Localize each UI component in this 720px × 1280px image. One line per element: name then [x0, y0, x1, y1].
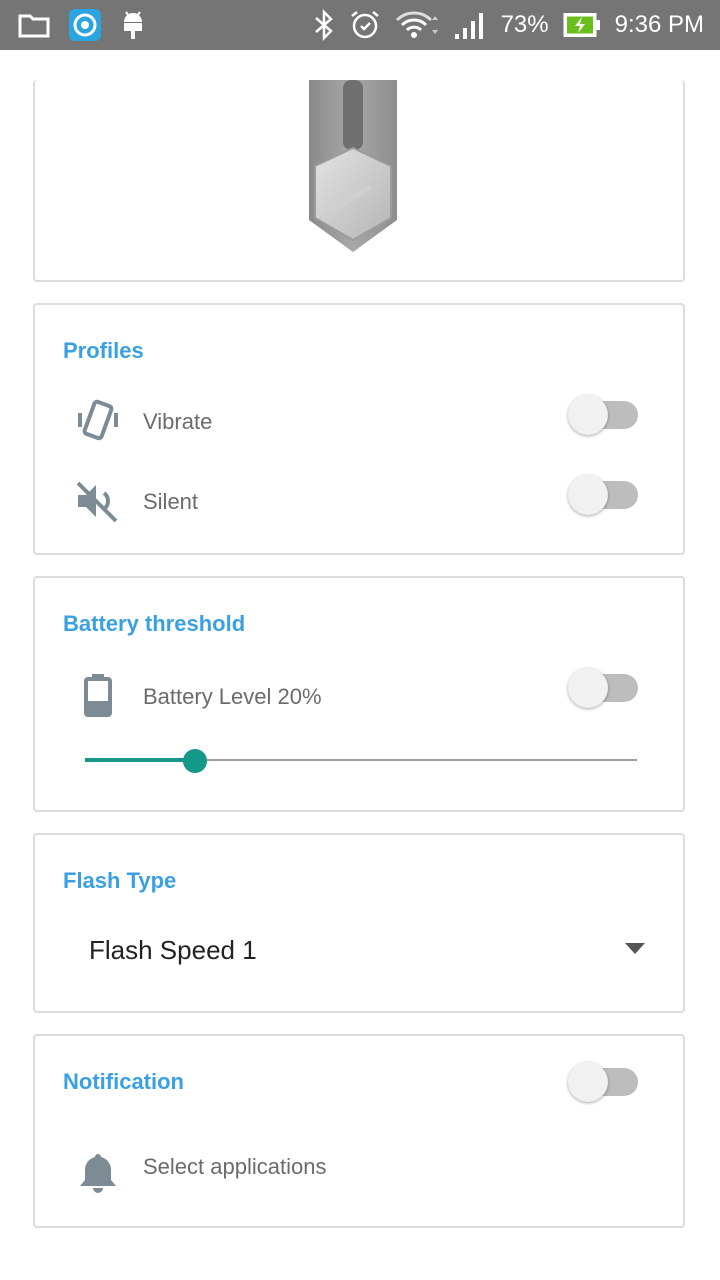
- battery-threshold-card: Battery threshold Battery Level 20%: [33, 576, 685, 812]
- silent-label: Silent: [143, 489, 199, 514]
- settings-content[interactable]: Profiles Vibrate Silent Battery threshol…: [0, 50, 720, 1280]
- battery-charging-icon: [563, 12, 601, 38]
- wifi-icon: [395, 10, 439, 40]
- battery-threshold-title: Battery threshold: [63, 611, 246, 636]
- silent-icon: [73, 476, 123, 526]
- silent-toggle[interactable]: [568, 475, 638, 515]
- device-image-card: [33, 80, 685, 282]
- folder-icon: [18, 12, 50, 38]
- notification-toggle[interactable]: [568, 1062, 638, 1102]
- battery-toggle[interactable]: [568, 668, 638, 708]
- flash-type-card: Flash Type Flash Speed 1: [33, 833, 685, 1013]
- flash-type-title: Flash Type: [63, 868, 177, 893]
- app-icon: [68, 8, 102, 42]
- battery-icon: [73, 670, 123, 720]
- vibrate-toggle[interactable]: [568, 395, 638, 435]
- profiles-title: Profiles: [63, 338, 144, 363]
- signal-icon: [453, 10, 487, 40]
- notification-card: Notification Select applications: [33, 1034, 685, 1228]
- battery-level-slider[interactable]: [85, 746, 637, 776]
- bell-icon: [73, 1148, 123, 1198]
- notification-title: Notification: [63, 1069, 184, 1094]
- flash-type-value: Flash Speed 1: [89, 935, 257, 965]
- select-applications-link[interactable]: Select applications: [143, 1154, 326, 1180]
- flash-device-image: [309, 80, 397, 252]
- alarm-icon: [349, 9, 381, 41]
- status-bar: 73% 9:36 PM: [0, 0, 720, 50]
- flash-type-dropdown[interactable]: Flash Speed 1: [63, 915, 645, 985]
- profiles-card: Profiles Vibrate Silent: [33, 303, 685, 555]
- vibrate-label: Vibrate: [143, 409, 213, 434]
- bluetooth-icon: [313, 9, 335, 41]
- dropdown-caret-icon: [625, 943, 645, 954]
- vibrate-icon: [73, 396, 123, 446]
- battery-percent: 73%: [500, 11, 549, 38]
- clock-time: 9:36 PM: [614, 11, 704, 38]
- battery-level-label: Battery Level 20%: [143, 684, 322, 709]
- slider-thumb[interactable]: [183, 749, 207, 773]
- android-debug-icon: [120, 10, 146, 40]
